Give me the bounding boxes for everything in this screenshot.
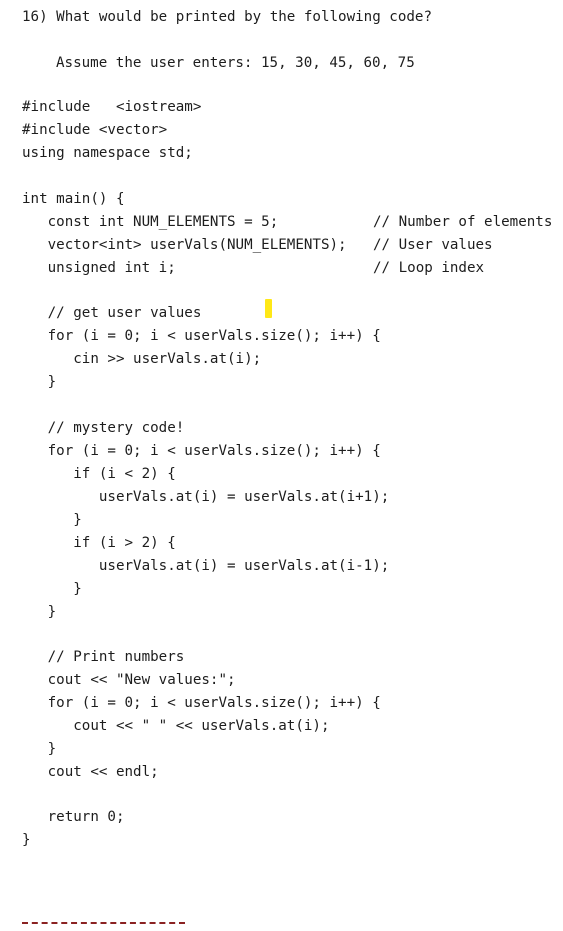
yellow-highlight-mark <box>265 299 272 318</box>
page-canvas: 16) What would be printed by the followi… <box>0 0 563 931</box>
dashed-separator <box>22 922 185 924</box>
code-trailing-comment: // Number of elements <box>373 214 553 230</box>
code-trailing-comment: // User values <box>373 237 493 253</box>
code-comment-column: // Number of elements // User values // Lo… <box>0 0 563 931</box>
code-trailing-comment: // Loop index <box>373 260 485 276</box>
